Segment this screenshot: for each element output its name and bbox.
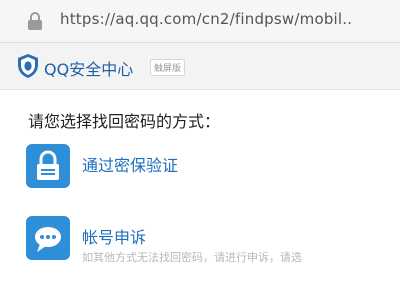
option-account-appeal[interactable]: 帐号申诉 如其他方式无法找回密码，请进行申诉，请选 — [26, 214, 386, 266]
option-description: 如其他方式无法找回密码，请进行申诉，请选 — [82, 251, 302, 264]
option-title[interactable]: 帐号申诉 — [82, 224, 146, 248]
chat-bubble-icon — [26, 216, 70, 260]
qq-shield-icon — [18, 54, 38, 78]
brand-name: QQ安全中心 — [44, 60, 134, 79]
address-bar[interactable]: https://aq.qq.com/cn2/findpsw/mobil.. — [0, 0, 400, 43]
option-security-verify[interactable]: 通过密保验证 — [26, 142, 386, 194]
option-title[interactable]: 通过密保验证 — [82, 152, 178, 176]
lock-icon — [26, 144, 70, 188]
app-header: QQ安全中心 触屏版 — [0, 43, 400, 90]
page-prompt: 请您选择找回密码的方式： — [28, 112, 221, 131]
lock-icon — [28, 12, 42, 30]
url-text[interactable]: https://aq.qq.com/cn2/findpsw/mobil.. — [60, 10, 390, 28]
version-badge: 触屏版 — [150, 59, 186, 76]
